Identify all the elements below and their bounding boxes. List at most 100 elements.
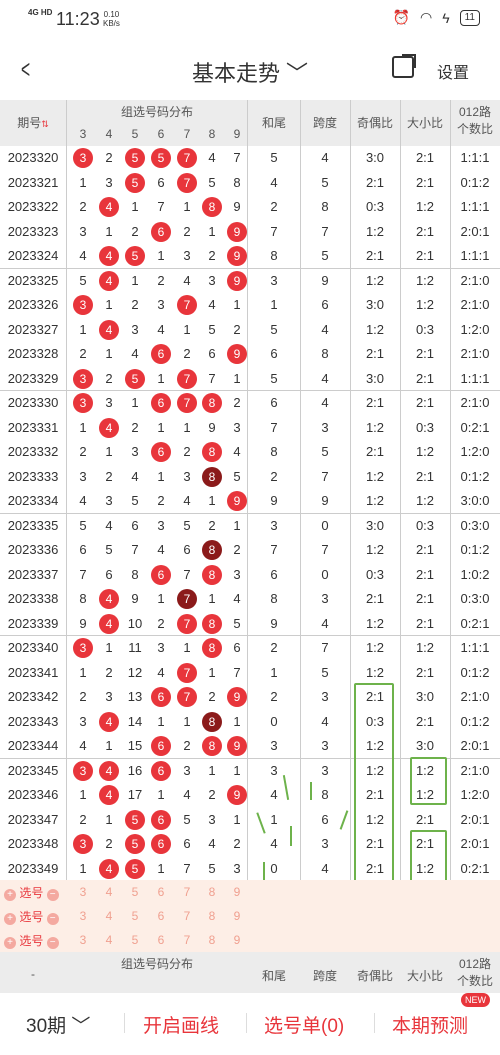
lu-cell: 0:2:1 — [460, 860, 490, 876]
daxiao-cell: 2:1 — [415, 615, 435, 631]
digit-ball: 3 — [73, 295, 93, 315]
digit-cell: 5 — [79, 272, 87, 288]
kuadu-cell: 9 — [321, 272, 329, 288]
hewei-cell: 6 — [270, 566, 278, 582]
select-digit[interactable]: 7 — [179, 933, 195, 947]
select-row-label[interactable]: + 选号 − — [4, 908, 64, 925]
table-header: 期号⇅ 组选号码分布 3 4 5 6 7 8 9 和尾 跨度 奇偶比 大小比 012路 个数比 — [0, 100, 500, 146]
lu-cell: 2:0:1 — [460, 836, 490, 851]
select-digit[interactable]: 3 — [75, 885, 91, 899]
digit-cell: 4 — [79, 493, 87, 508]
hewei-cell: 2 — [270, 468, 278, 484]
table-row: 2023335 5 4 6 3 5 2 1 3 0 3:0 0:3 0:3:0 — [0, 514, 500, 539]
daxiao-cell: 3:0 — [415, 738, 435, 753]
jiou-cell: 2:1 — [365, 591, 385, 606]
select-digit[interactable]: 4 — [101, 885, 117, 899]
select-digit[interactable]: 9 — [229, 885, 245, 899]
draw-line-button[interactable]: 开启画线 — [143, 1011, 219, 1038]
digit-ball: 4 — [99, 711, 119, 732]
lu-cell: 1:2:0 — [460, 787, 490, 802]
period-cell: 2023339 — [7, 615, 59, 631]
hewei-cell: 7 — [270, 223, 278, 239]
digit-cell: 3 — [233, 566, 241, 582]
digit-ball: 9 — [227, 344, 247, 364]
digit-cell: 4 — [79, 248, 87, 263]
select-digit[interactable]: 6 — [153, 909, 169, 923]
network-indicator: 4G HD — [28, 8, 53, 17]
kuadu-cell: 3 — [321, 738, 329, 753]
digit-cell: 4 — [233, 591, 241, 606]
digit-cell: 1 — [183, 419, 191, 435]
digit-cell: 1 — [208, 223, 216, 239]
digit-cell: 1 — [208, 664, 216, 680]
select-digit[interactable]: 4 — [101, 933, 117, 947]
slip-button[interactable]: 选号单(0) — [264, 1011, 344, 1038]
digit-cell: 3 — [208, 272, 216, 288]
digit-cell: 3 — [157, 297, 165, 312]
hewei-cell: 8 — [270, 248, 278, 263]
digit-cell: 2 — [233, 395, 241, 410]
share-icon[interactable] — [392, 54, 416, 78]
digit-cell: 1 — [157, 713, 165, 729]
predict-button[interactable]: 本期预测 — [392, 1011, 468, 1038]
digit-cell: 9 — [208, 419, 216, 435]
jiou-cell: 1:2 — [365, 468, 385, 484]
select-digit[interactable]: 8 — [204, 885, 220, 899]
select-row-label[interactable]: + 选号 − — [4, 932, 64, 949]
digit-ball: 5 — [125, 148, 145, 168]
digit-cell: 16 — [127, 762, 143, 778]
select-digit[interactable]: 8 — [204, 909, 220, 923]
hewei-cell: 7 — [270, 419, 278, 435]
digit-ball: 5 — [125, 834, 145, 854]
kuadu-cell: 5 — [321, 444, 329, 459]
settings-button[interactable]: 设置 — [437, 59, 469, 83]
digit-ball: 7 — [177, 172, 197, 193]
select-row-label[interactable]: + 选号 − — [4, 884, 64, 901]
digit-cell: 3 — [183, 248, 191, 263]
digit-cell: 3 — [183, 468, 191, 484]
table-row: 2023341 1 2 12 4 7 1 7 1 5 1:2 2:1 0:1:2 — [0, 661, 500, 686]
select-digit[interactable]: 7 — [179, 909, 195, 923]
lu-cell: 2:1:0 — [460, 272, 490, 288]
digit-cell: 3 — [157, 517, 165, 533]
digit-cell: 4 — [208, 297, 216, 312]
digit-ball: 7 — [177, 662, 197, 683]
digit-ball: 4 — [99, 613, 119, 634]
kuadu-cell: 4 — [321, 860, 329, 876]
select-digit[interactable]: 5 — [127, 933, 143, 947]
select-digit[interactable]: 9 — [229, 909, 245, 923]
digit-cell: 11 — [128, 640, 142, 655]
select-digit[interactable]: 4 — [101, 909, 117, 923]
select-digit[interactable]: 8 — [204, 933, 220, 947]
battery-icon: 11 — [459, 9, 480, 26]
select-digit[interactable]: 3 — [75, 933, 91, 947]
page-title[interactable]: 基本走势 ﹀ — [0, 56, 500, 88]
daxiao-cell: 1:2 — [415, 297, 435, 312]
period-cell: 2023341 — [7, 664, 59, 680]
digit-cell: 4 — [183, 272, 191, 288]
digit-ball: 7 — [177, 589, 197, 609]
select-digit[interactable]: 7 — [179, 885, 195, 899]
lu-cell: 0:2:1 — [460, 615, 490, 631]
period-header[interactable]: 期号⇅ — [0, 100, 66, 146]
period-select[interactable]: 30期 ﹀ — [26, 1011, 90, 1038]
table-row: 2023339 9 4 10 2 7 8 5 9 4 1:2 2:1 0:2:1 — [0, 612, 500, 636]
digit-ball: 9 — [227, 785, 247, 805]
digit-cell: 1 — [105, 444, 113, 459]
select-digit[interactable]: 6 — [153, 933, 169, 947]
select-digit[interactable]: 5 — [127, 909, 143, 923]
select-digit[interactable]: 3 — [75, 909, 91, 923]
digit-ball: 9 — [227, 736, 247, 756]
select-digit[interactable]: 9 — [229, 933, 245, 947]
lu-cell: 1:1:1 — [460, 150, 490, 165]
select-digit[interactable]: 5 — [127, 885, 143, 899]
digit-cell: 1 — [208, 493, 216, 508]
hewei-cell: 3 — [270, 738, 278, 753]
digit-cell: 14 — [127, 713, 143, 729]
digit-ball: 6 — [151, 442, 171, 462]
period-cell: 2023337 — [7, 566, 59, 582]
table-row: 2023325 5 4 1 2 4 3 9 3 9 1:2 1:2 2:1:0 — [0, 269, 500, 294]
select-digit[interactable]: 6 — [153, 885, 169, 899]
digit-cell: 2 — [208, 517, 216, 533]
kuadu-cell: 5 — [321, 248, 329, 263]
